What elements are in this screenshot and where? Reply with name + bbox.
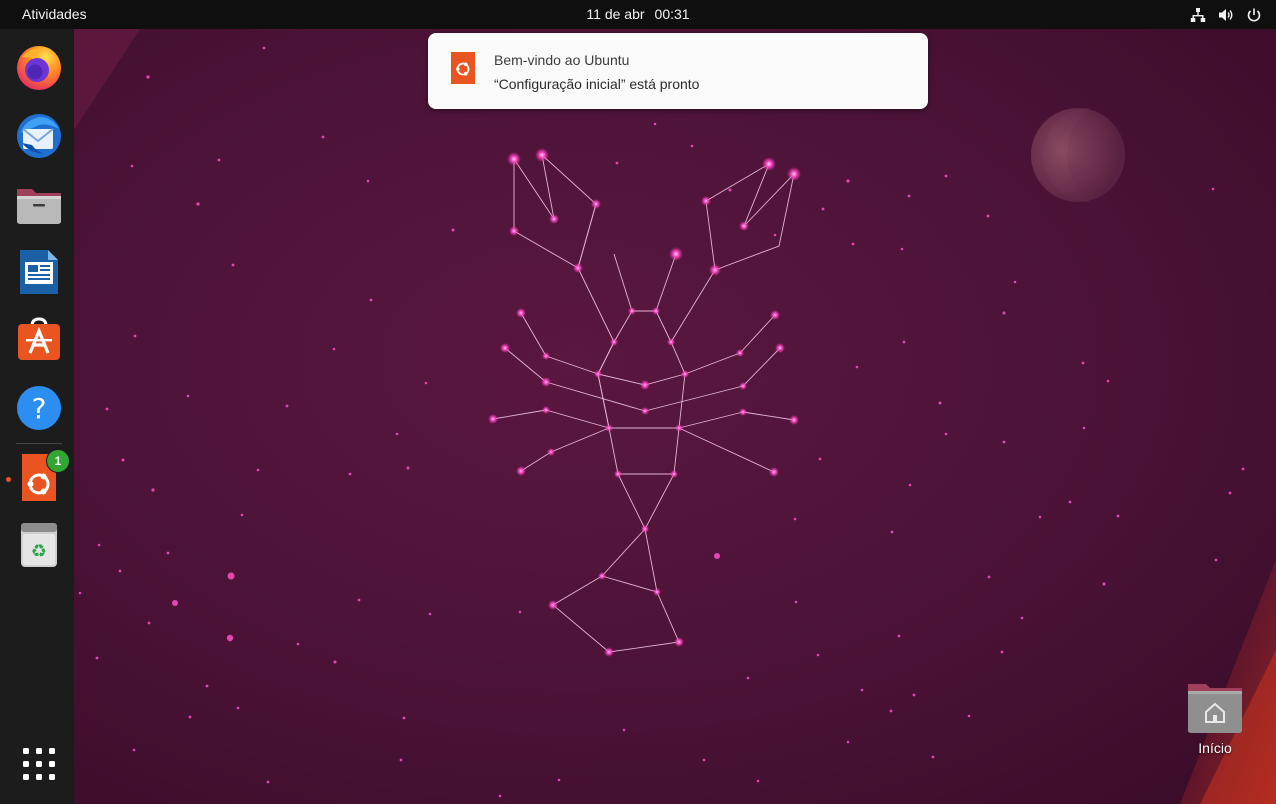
ubuntu-logo-icon [451, 52, 475, 89]
dock: ? 1 ♻ [0, 29, 74, 804]
libreoffice-writer-icon[interactable] [14, 247, 64, 297]
running-indicator [6, 477, 11, 482]
home-folder-icon [1188, 684, 1242, 733]
app-center-icon[interactable] [14, 315, 64, 365]
thunderbird-icon[interactable] [14, 111, 64, 161]
help-icon[interactable]: ? [14, 383, 64, 433]
notification-banner[interactable]: Bem-vindo ao Ubuntu “Configuração inicia… [428, 33, 928, 109]
app-grid-icon[interactable] [14, 739, 64, 789]
svg-text:♻: ♻ [31, 541, 47, 562]
network-icon[interactable] [1190, 7, 1206, 23]
desktop-home-folder[interactable]: Início [1180, 680, 1250, 770]
power-icon[interactable] [1246, 7, 1262, 23]
top-bar: Atividades 11 de abr 00:31 [0, 0, 1276, 29]
files-icon[interactable] [14, 179, 64, 229]
notification-badge: 1 [46, 449, 70, 473]
clock-date[interactable]: 11 de abr [586, 6, 644, 22]
notification-body: “Configuração inicial” está pronto [494, 76, 700, 92]
firefox-icon[interactable] [14, 43, 64, 93]
trash-icon[interactable]: ♻ [14, 519, 64, 569]
activities-button[interactable]: Atividades [22, 6, 87, 22]
home-folder-label: Início [1198, 740, 1232, 756]
clock: 11 de abr 00:31 [0, 6, 1276, 22]
desktop-wallpaper [0, 0, 1276, 804]
notification-title: Bem-vindo ao Ubuntu [494, 52, 630, 68]
svg-text:?: ? [32, 392, 47, 425]
system-tray[interactable] [1190, 7, 1262, 23]
volume-icon[interactable] [1218, 7, 1234, 23]
dock-separator [16, 443, 62, 444]
clock-time[interactable]: 00:31 [655, 6, 690, 22]
